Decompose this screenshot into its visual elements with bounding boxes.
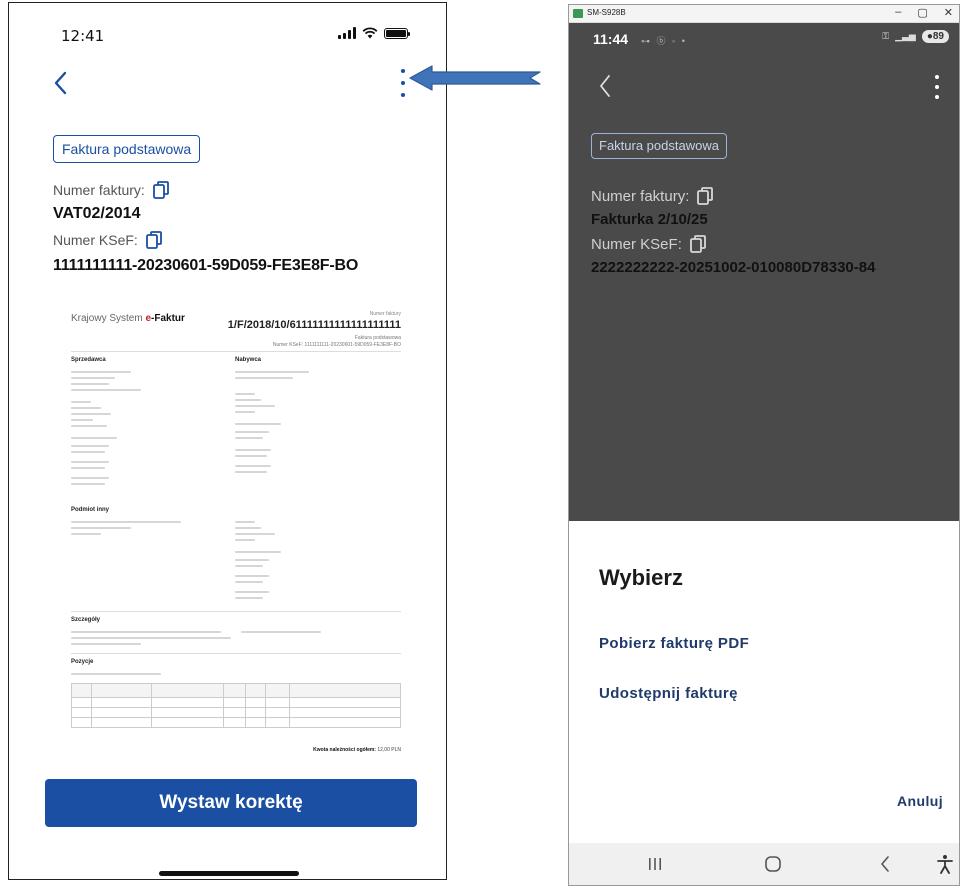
minimize-button[interactable]: – bbox=[895, 6, 901, 19]
back-chevron-icon[interactable] bbox=[597, 73, 613, 99]
ios-status-bar: 12:41 bbox=[9, 3, 446, 53]
home-indicator[interactable] bbox=[159, 871, 299, 876]
battery-icon bbox=[384, 27, 410, 39]
status-time: 11:44 bbox=[593, 31, 629, 47]
action-bottom-sheet: Wybierz Pobierz fakturę PDF Udostępnij f… bbox=[569, 521, 959, 843]
share-invoice-option[interactable]: Udostępnij fakturę bbox=[599, 685, 738, 702]
cancel-button[interactable]: Anuluj bbox=[897, 793, 943, 809]
status-icons: ⚿ ▁▃▅ ●89 bbox=[882, 30, 949, 43]
ksef-label-row: Numer KSeF: bbox=[53, 231, 162, 249]
total-label: Kwota należności ogółem: bbox=[313, 747, 376, 753]
brand-prefix: Krajowy System bbox=[71, 313, 146, 324]
sheet-title: Wybierz bbox=[599, 565, 683, 590]
ksef-label-row: Numer KSeF: bbox=[591, 235, 706, 253]
copy-icon[interactable] bbox=[145, 231, 162, 249]
accessibility-icon[interactable] bbox=[933, 853, 957, 875]
preview-brand: Krajowy System e-Faktur bbox=[71, 313, 185, 324]
signal-icon: ▁▃▅ bbox=[895, 31, 916, 41]
android-navigation-bar bbox=[569, 843, 959, 885]
copy-icon[interactable] bbox=[152, 181, 169, 199]
other-party-heading: Podmiot inny bbox=[71, 507, 109, 513]
invoice-number-label: Numer faktury: bbox=[591, 187, 690, 205]
right-phone-mirror-window: SM-S928B – ▢ ✕ 11:44 ⊶ ⓑ ◦ • ⚿ ▁▃▅ ●89 F… bbox=[568, 4, 960, 886]
home-icon[interactable] bbox=[761, 853, 785, 875]
preview-ksef: Numer KSeF: 1111111111-20230601-59D059-F… bbox=[272, 342, 401, 348]
arrow-annotation-icon bbox=[409, 65, 541, 91]
items-table bbox=[71, 683, 401, 728]
key-icon: ⚿ bbox=[882, 31, 890, 41]
back-nav-icon[interactable] bbox=[873, 853, 897, 875]
preview-number-caption: Numer faktury bbox=[369, 311, 401, 317]
status-time: 12:41 bbox=[61, 27, 105, 45]
ksef-label: Numer KSeF: bbox=[53, 232, 138, 248]
brand-suffix: -Faktur bbox=[151, 313, 185, 324]
recent-apps-icon[interactable] bbox=[643, 853, 667, 875]
preview-number: 1/F/2018/10/61111111111111111111 bbox=[227, 319, 401, 331]
back-chevron-icon[interactable] bbox=[51, 69, 71, 97]
ksef-number-value: 2222222222-20251002-010080D78330-84 bbox=[591, 259, 876, 276]
seller-heading: Sprzedawca bbox=[71, 357, 106, 363]
total-value: 12,00 PLN bbox=[377, 747, 401, 753]
left-phone-screen: 12:41 Faktura podstawowa Numer faktury: bbox=[8, 2, 447, 880]
items-note-line bbox=[71, 673, 161, 675]
preview-separator bbox=[71, 351, 401, 352]
ksef-number-value: 1111111111-20230601-59D059-FE3E8F-BO bbox=[53, 257, 359, 274]
status-icons bbox=[338, 27, 410, 39]
download-pdf-option[interactable]: Pobierz fakturę PDF bbox=[599, 635, 749, 652]
app-icon bbox=[573, 9, 583, 18]
close-button[interactable]: ✕ bbox=[944, 6, 953, 19]
ksef-label: Numer KSeF: bbox=[591, 235, 682, 253]
window-title-bar: SM-S928B – ▢ ✕ bbox=[569, 5, 959, 23]
kebab-menu-icon[interactable] bbox=[933, 75, 941, 99]
preview-separator bbox=[71, 611, 401, 612]
invoice-number-label-row: Numer faktury: bbox=[591, 187, 714, 205]
window-title: SM-S928B bbox=[587, 8, 626, 17]
details-heading: Szczegóły bbox=[71, 617, 101, 623]
signal-icon bbox=[338, 27, 356, 39]
screenshot-canvas: 12:41 Faktura podstawowa Numer faktury: bbox=[0, 0, 964, 886]
wifi-icon bbox=[362, 27, 378, 39]
copy-icon[interactable] bbox=[697, 187, 714, 205]
battery-level: 89 bbox=[932, 31, 944, 42]
preview-kind: Faktura podstawowa bbox=[354, 335, 401, 341]
copy-icon[interactable] bbox=[689, 235, 706, 253]
battery-indicator: ●89 bbox=[921, 30, 949, 43]
items-heading: Pozycje bbox=[71, 659, 94, 665]
invoice-preview[interactable]: Krajowy System e-Faktur Numer faktury 1/… bbox=[53, 295, 405, 765]
notification-icons: ⊶ ⓑ ◦ • bbox=[641, 36, 687, 46]
invoice-number-value: VAT02/2014 bbox=[53, 205, 141, 222]
invoice-number-label: Numer faktury: bbox=[53, 182, 145, 198]
issue-correction-button[interactable]: Wystaw korektę bbox=[45, 779, 417, 827]
invoice-type-badge: Faktura podstawowa bbox=[53, 135, 201, 163]
buyer-heading: Nabywca bbox=[235, 357, 262, 363]
invoice-number-label-row: Numer faktury: bbox=[53, 181, 169, 199]
maximize-button[interactable]: ▢ bbox=[917, 6, 927, 19]
preview-separator bbox=[71, 653, 401, 654]
preview-total: Kwota należności ogółem: 12,00 PLN bbox=[313, 747, 401, 753]
invoice-number-value: Fakturka 2/10/25 bbox=[591, 211, 708, 228]
window-controls: – ▢ ✕ bbox=[895, 6, 953, 19]
invoice-type-badge: Faktura podstawowa bbox=[591, 133, 727, 159]
